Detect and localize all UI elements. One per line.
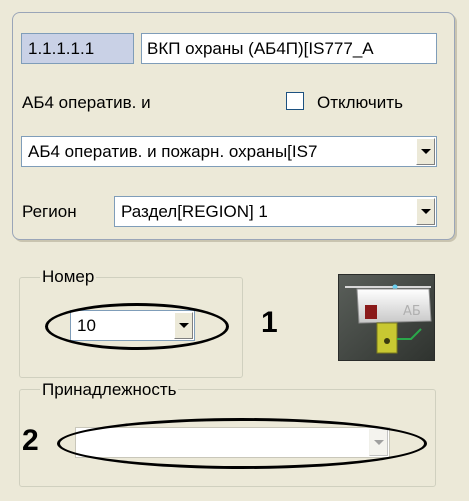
- chevron-down-icon: [420, 149, 431, 154]
- device-id-field[interactable]: 1.1.1.1.1: [21, 33, 134, 64]
- region-combo[interactable]: Раздел[REGION] 1: [114, 196, 437, 227]
- disable-checkbox[interactable]: [286, 92, 304, 110]
- device-type-value: АБ4 оператив. и пожарн. охраны[IS7: [28, 142, 318, 161]
- highlight-ellipse-1: [45, 303, 229, 350]
- region-label: Регион: [22, 202, 77, 221]
- highlight-ellipse-2: [57, 418, 427, 469]
- disable-checkbox-label[interactable]: Отключить: [317, 93, 403, 113]
- device-type-label: АБ4 оператив. и: [22, 93, 151, 112]
- number-group-label: Номер: [40, 267, 97, 287]
- device-type-dropdown-button[interactable]: [416, 138, 435, 165]
- device-module-icon: АБ: [339, 275, 434, 360]
- device-name-field[interactable]: ВКП охраны (АБ4П)[IS777_A: [141, 33, 437, 64]
- device-name-value: ВКП охраны (АБ4П)[IS777_A: [147, 39, 374, 58]
- device-image: АБ: [338, 274, 435, 361]
- callout-marker-1: 1: [261, 306, 278, 339]
- callout-marker-2: 2: [22, 424, 39, 457]
- device-type-combo[interactable]: АБ4 оператив. и пожарн. охраны[IS7: [21, 136, 437, 167]
- chevron-down-icon: [420, 209, 431, 214]
- svg-text:АБ: АБ: [403, 304, 421, 319]
- device-id-value: 1.1.1.1.1: [28, 39, 95, 58]
- region-value: Раздел[REGION] 1: [121, 202, 268, 221]
- belonging-group-label: Принадлежность: [40, 380, 179, 400]
- region-dropdown-button[interactable]: [416, 198, 435, 225]
